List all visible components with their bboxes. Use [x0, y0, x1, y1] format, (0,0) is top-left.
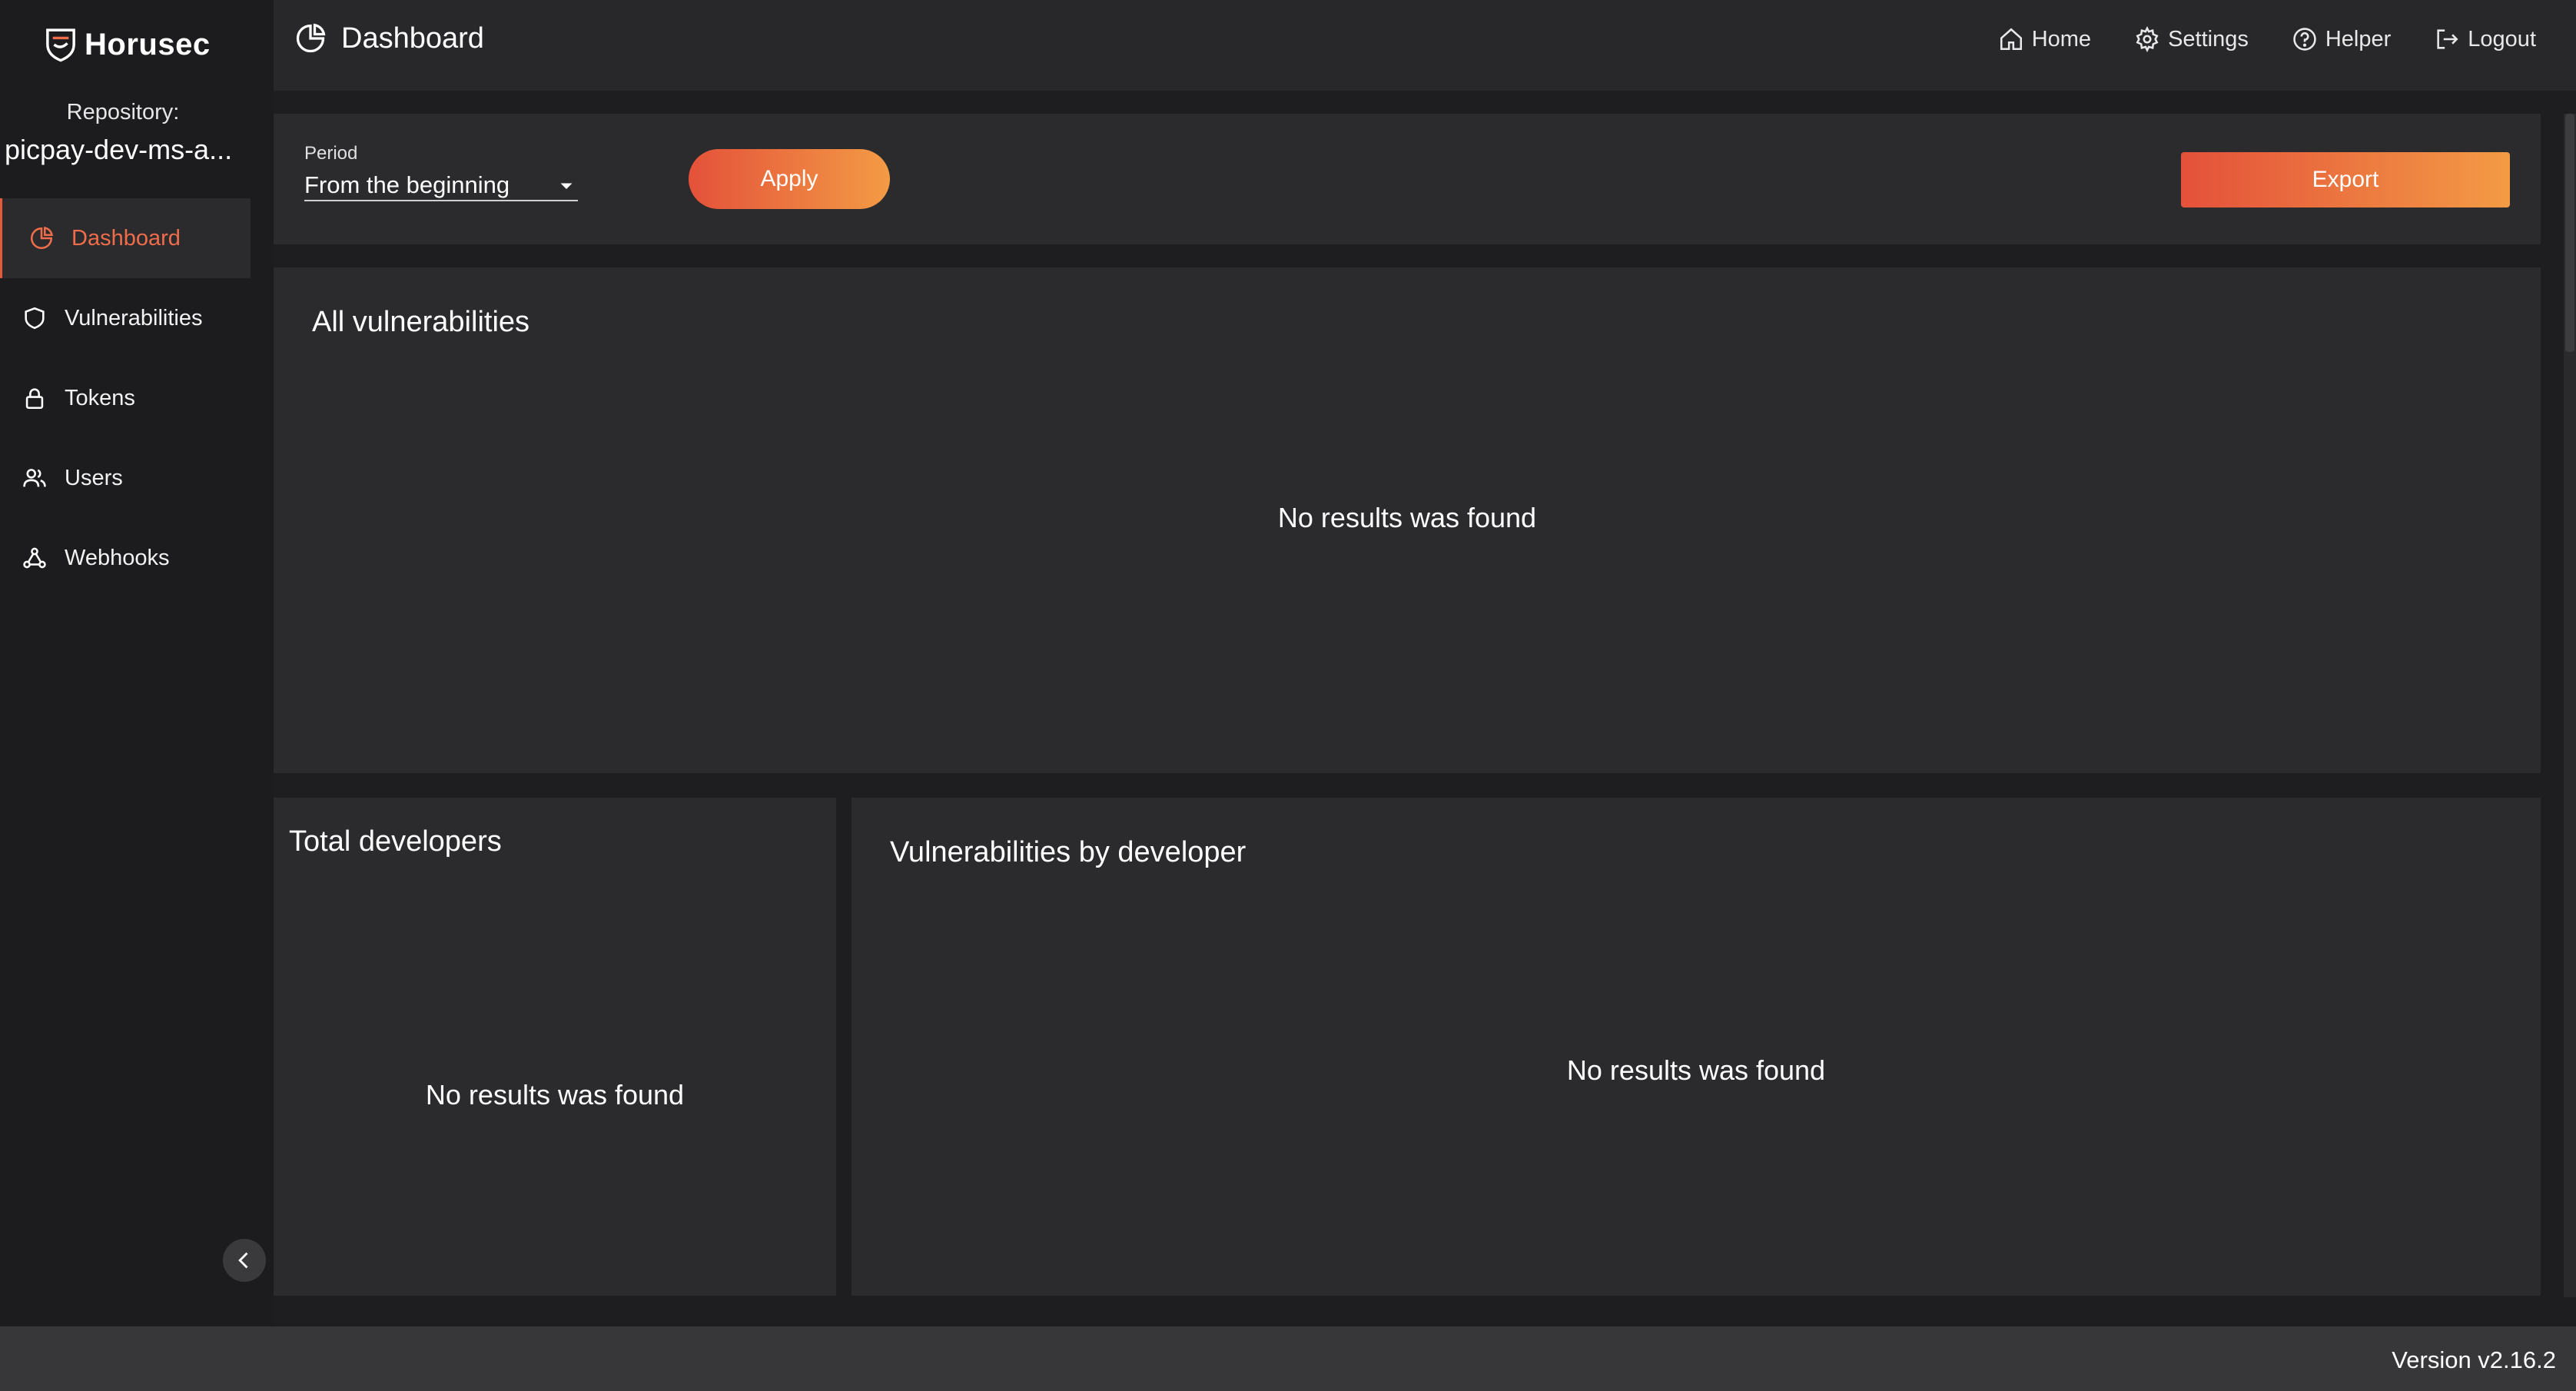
period-value: From the beginning — [304, 171, 510, 198]
nav-settings-link[interactable]: Settings — [2134, 26, 2249, 52]
chevron-left-icon — [238, 1252, 248, 1269]
help-circle-icon — [2293, 28, 2316, 51]
sidebar-nav: Dashboard Vulnerabilities Tokens Users W… — [0, 198, 251, 598]
version-label: Version v2.16.2 — [2392, 1346, 2556, 1373]
app-root: Horusec Repository: picpay-dev-ms-a... D… — [0, 0, 2576, 1391]
nav-helper-link[interactable]: Helper — [2292, 26, 2391, 52]
nav-settings-label: Settings — [2168, 26, 2249, 51]
sidebar-item-users[interactable]: Users — [0, 438, 251, 518]
apply-button[interactable]: Apply — [689, 149, 890, 209]
sidebar-item-label: Dashboard — [71, 225, 181, 251]
shield-icon — [25, 307, 45, 330]
sidebar-item-dashboard[interactable]: Dashboard — [0, 198, 251, 278]
pie-chart-icon — [296, 23, 326, 53]
sidebar-item-label: Webhooks — [65, 545, 170, 570]
users-icon — [23, 469, 46, 487]
sidebar-item-label: Vulnerabilities — [65, 305, 203, 330]
repository-name[interactable]: picpay-dev-ms-a... — [5, 134, 232, 166]
sidebar-item-vulnerabilities[interactable]: Vulnerabilities — [0, 278, 251, 358]
empty-state: No results was found — [425, 1079, 685, 1110]
period-field: Period From the beginning — [304, 143, 578, 201]
sidebar-item-tokens[interactable]: Tokens — [0, 358, 251, 438]
panel-title: All vulnerabilities — [312, 306, 530, 338]
lock-icon — [25, 388, 44, 410]
app-name: Horusec — [85, 27, 211, 61]
period-select[interactable]: From the beginning — [304, 171, 578, 201]
sidebar-item-label: Users — [65, 465, 123, 490]
nav-logout-label: Logout — [2468, 26, 2536, 51]
sidebar-item-label: Tokens — [65, 385, 135, 410]
page-title-text: Dashboard — [341, 22, 484, 55]
all-vulnerabilities-panel: All vulnerabilities No results was found — [274, 267, 2541, 773]
webhook-icon — [23, 547, 46, 569]
logo[interactable]: Horusec — [45, 23, 211, 66]
empty-state: No results was found — [1277, 502, 1537, 533]
sidebar: Horusec Repository: picpay-dev-ms-a... D… — [0, 0, 274, 1326]
panel-title: Total developers — [289, 825, 502, 858]
repository-label: Repository: — [66, 100, 180, 124]
gear-icon — [2136, 26, 2159, 52]
export-button[interactable]: Export — [2181, 152, 2510, 207]
page-title: Dashboard — [294, 22, 484, 55]
caret-down-icon — [560, 183, 573, 189]
logout-icon — [2437, 29, 2458, 49]
empty-state: No results was found — [1566, 1054, 1826, 1086]
home-icon — [2000, 28, 2022, 51]
collapse-sidebar-button[interactable] — [223, 1239, 266, 1282]
filter-panel: Period From the beginning Apply Export — [274, 114, 2541, 244]
total-developers-panel: Total developers No results was found — [274, 798, 836, 1296]
top-nav: Home Settings Helper Logout — [1955, 26, 2536, 52]
nav-home-link[interactable]: Home — [1998, 26, 2091, 52]
period-label: Period — [304, 143, 358, 164]
pie-chart-icon — [30, 227, 53, 250]
main-scrollbar[interactable] — [2564, 114, 2576, 1297]
panel-title: Vulnerabilities by developer — [890, 836, 1247, 868]
vulnerabilities-by-developer-panel: Vulnerabilities by developer No results … — [851, 798, 2541, 1296]
nav-logout-link[interactable]: Logout — [2434, 26, 2536, 52]
top-header: Dashboard Home Settings Helper Logout — [274, 0, 2576, 91]
footer: Version v2.16.2 — [0, 1326, 2576, 1391]
nav-home-label: Home — [2031, 26, 2092, 51]
nav-helper-label: Helper — [2325, 26, 2392, 51]
sidebar-item-webhooks[interactable]: Webhooks — [0, 518, 251, 598]
scrollbar-thumb[interactable] — [2565, 114, 2574, 352]
horusec-logo-icon — [46, 28, 75, 62]
